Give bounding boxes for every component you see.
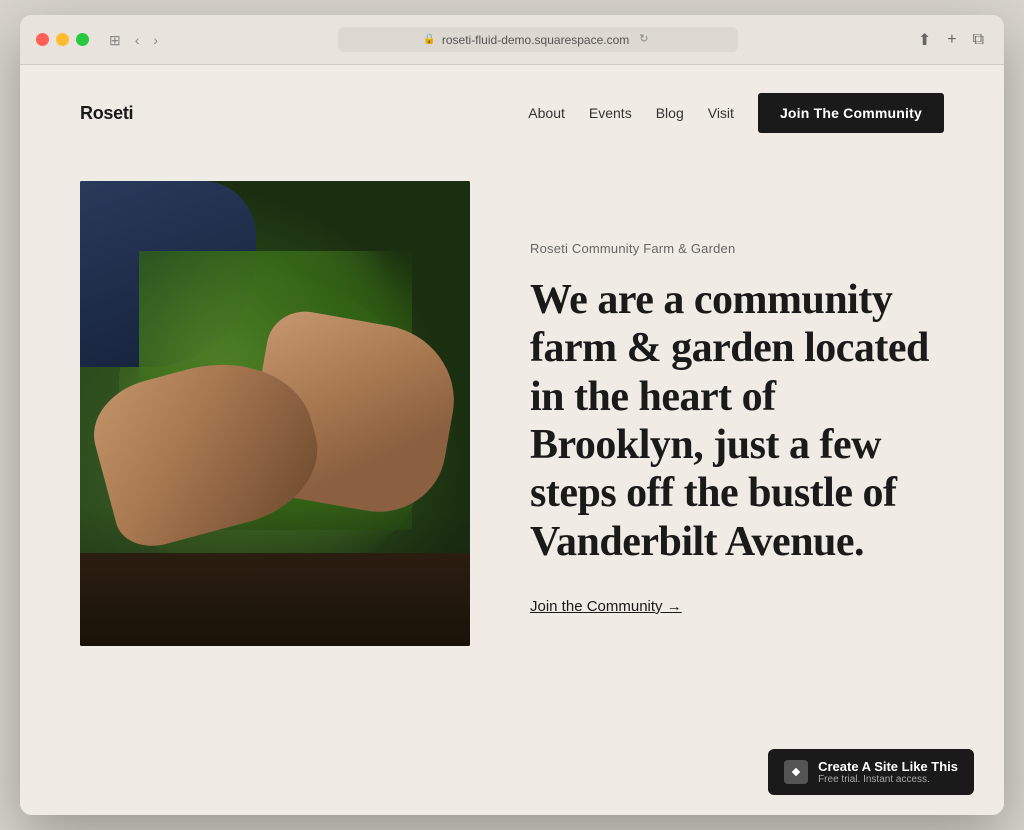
nav-visit[interactable]: Visit xyxy=(708,105,734,121)
browser-chrome: ⊞ ‹ › 🔒 roseti-fluid-demo.squarespace.co… xyxy=(20,15,1004,65)
traffic-lights xyxy=(36,33,89,46)
banner-sub-text: Free trial. Instant access. xyxy=(818,774,958,785)
browser-controls: ⊞ ‹ › xyxy=(105,31,162,49)
lock-icon: 🔒 xyxy=(423,34,435,45)
squarespace-logo-icon xyxy=(784,760,808,784)
sidebar-toggle-button[interactable]: ⊞ xyxy=(105,31,125,49)
address-bar-container: 🔒 roseti-fluid-demo.squarespace.com ↻ xyxy=(174,27,902,52)
share-button[interactable]: ⬆ xyxy=(914,28,935,52)
forward-button[interactable]: › xyxy=(149,31,162,49)
nav-links: About Events Blog Visit Join The Communi… xyxy=(528,93,944,133)
banner-main-text: Create A Site Like This xyxy=(818,759,958,774)
browser-actions: ⬆ + ⧉ xyxy=(914,28,988,52)
site-logo[interactable]: Roseti xyxy=(80,103,133,124)
hero-heading: We are a community farm & garden located… xyxy=(530,276,944,566)
hero-text-content: Roseti Community Farm & Garden We are a … xyxy=(530,211,944,616)
hero-section: Roseti Community Farm & Garden We are a … xyxy=(20,161,1004,706)
hero-subtitle: Roseti Community Farm & Garden xyxy=(530,241,944,256)
squarespace-banner[interactable]: Create A Site Like This Free trial. Inst… xyxy=(768,749,974,795)
close-button[interactable] xyxy=(36,33,49,46)
nav-about[interactable]: About xyxy=(528,105,565,121)
hand-right-decoration xyxy=(241,305,465,522)
hero-image xyxy=(80,181,470,646)
join-community-link[interactable]: Join the Community → xyxy=(530,598,682,615)
page-content: Roseti About Events Blog Visit Join The … xyxy=(20,65,1004,815)
nav-blog[interactable]: Blog xyxy=(656,105,684,121)
reload-button[interactable]: ↻ xyxy=(635,32,652,47)
join-community-button[interactable]: Join The Community xyxy=(758,93,944,133)
soil-decoration xyxy=(80,553,470,646)
new-tab-button[interactable]: + xyxy=(943,29,960,51)
hero-image-background xyxy=(80,181,470,646)
navigation: Roseti About Events Blog Visit Join The … xyxy=(20,65,1004,161)
minimize-button[interactable] xyxy=(56,33,69,46)
maximize-button[interactable] xyxy=(76,33,89,46)
nav-events[interactable]: Events xyxy=(589,105,632,121)
back-button[interactable]: ‹ xyxy=(131,31,144,49)
tabs-button[interactable]: ⧉ xyxy=(969,29,988,51)
banner-text-container: Create A Site Like This Free trial. Inst… xyxy=(818,759,958,785)
url-text: roseti-fluid-demo.squarespace.com xyxy=(442,33,629,47)
address-bar[interactable]: 🔒 roseti-fluid-demo.squarespace.com ↻ xyxy=(338,27,738,52)
browser-window: ⊞ ‹ › 🔒 roseti-fluid-demo.squarespace.co… xyxy=(20,15,1004,815)
